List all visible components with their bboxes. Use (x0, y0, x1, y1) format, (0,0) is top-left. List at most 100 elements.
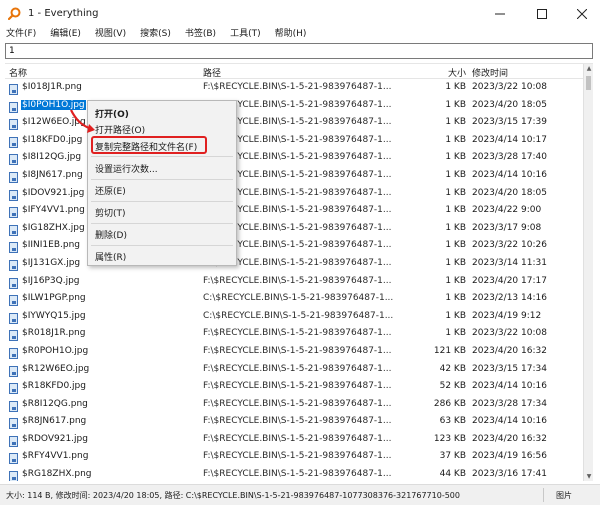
cm-separator (91, 179, 233, 180)
file-modified: 2023/3/28 17:40 (472, 152, 547, 163)
menu-edit[interactable]: 编辑(E) (50, 26, 81, 42)
status-separator (543, 488, 544, 502)
table-row[interactable]: $I018J1R.png F:\$RECYCLE.BIN\S-1-5-21-983… (5, 80, 583, 98)
file-name: $RFY4VV1.png (22, 451, 89, 462)
cm-restore[interactable]: 还原(E) (95, 184, 126, 197)
file-name: $IDOV921.jpg (22, 187, 85, 198)
file-size: 44 KB (439, 469, 466, 480)
file-path: F:\$RECYCLE.BIN\S-1-5-21-983976487-1... (203, 345, 392, 356)
file-path: F:\$RECYCLE.BIN\S-1-5-21-983976487-1... (203, 398, 392, 409)
table-row[interactable]: $RFY4VV1.png F:\$RECYCLE.BIN\S-1-5-21-983… (5, 449, 583, 467)
cm-set-run-count[interactable]: 设置运行次数... (95, 162, 158, 175)
close-button[interactable] (562, 0, 600, 28)
cm-delete[interactable]: 删除(D) (95, 228, 127, 241)
file-modified: 2023/4/14 10:16 (472, 381, 547, 392)
maximize-button[interactable] (522, 0, 562, 28)
file-size: 1 KB (445, 328, 466, 339)
table-row[interactable]: $R12W6EO.jpg F:\$RECYCLE.BIN\S-1-5-21-983… (5, 362, 583, 380)
file-modified: 2023/3/22 10:26 (472, 240, 547, 251)
image-file-icon (9, 84, 18, 95)
image-file-icon (9, 119, 18, 131)
scroll-thumb[interactable] (586, 76, 591, 90)
image-file-icon (9, 312, 18, 324)
table-row[interactable]: $RG18ZHX.png F:\$RECYCLE.BIN\S-1-5-21-983… (5, 467, 583, 481)
window-title: 1 - Everything (28, 8, 99, 19)
file-name: $IYWYQ15.jpg (22, 310, 86, 321)
table-row[interactable]: $IJ16P3Q.jpg F:\$RECYCLE.BIN\S-1-5-21-983… (5, 274, 583, 292)
image-file-icon (9, 453, 18, 465)
column-header-path[interactable]: 路径 (203, 66, 221, 79)
image-file-icon (9, 383, 18, 395)
menu-view[interactable]: 视图(V) (95, 26, 126, 42)
file-size: 42 KB (439, 363, 466, 374)
file-name: $R8JN617.png (22, 416, 87, 427)
image-file-icon (9, 400, 18, 412)
file-modified: 2023/3/22 10:08 (472, 328, 547, 339)
file-path: F:\$RECYCLE.BIN\S-1-5-21-983976487-1... (203, 433, 392, 444)
table-row[interactable]: $R18KFD0.jpg F:\$RECYCLE.BIN\S-1-5-21-983… (5, 379, 583, 397)
table-row[interactable]: $IYWYQ15.jpg C:\$RECYCLE.BIN\S-1-5-21-983… (5, 309, 583, 327)
image-file-icon (9, 277, 18, 289)
file-name: $R12W6EO.jpg (22, 363, 90, 374)
search-input[interactable] (6, 44, 592, 58)
scroll-down-icon[interactable]: ▼ (584, 472, 593, 481)
file-name: $I8JN617.png (22, 169, 83, 180)
file-path: F:\$RECYCLE.BIN\S-1-5-21-983976487-1... (203, 328, 392, 339)
cm-separator (91, 201, 233, 202)
cm-separator (91, 223, 233, 224)
table-row[interactable]: $R8JN617.png F:\$RECYCLE.BIN\S-1-5-21-983… (5, 414, 583, 432)
file-modified: 2023/3/14 11:31 (472, 257, 547, 268)
file-size: 1 KB (445, 117, 466, 128)
menu-search[interactable]: 搜索(S) (140, 26, 171, 42)
image-file-icon (9, 242, 18, 254)
file-path: F:\$RECYCLE.BIN\S-1-5-21-983976487-1... (203, 469, 392, 480)
cm-open[interactable]: 打开(O) (95, 107, 129, 120)
file-path: F:\$RECYCLE.BIN\S-1-5-21-983976487-1... (203, 275, 392, 286)
cm-separator (91, 245, 233, 246)
file-size: 123 KB (433, 433, 466, 444)
cm-properties[interactable]: 属性(R) (95, 250, 126, 263)
vertical-scrollbar[interactable]: ▲ ▼ (583, 64, 593, 481)
file-size: 1 KB (445, 310, 466, 321)
scroll-up-icon[interactable]: ▲ (584, 64, 593, 74)
file-modified: 2023/3/15 17:34 (472, 363, 547, 374)
file-size: 37 KB (439, 451, 466, 462)
file-modified: 2023/4/20 17:17 (472, 275, 547, 286)
cm-open-path[interactable]: 打开路径(O) (95, 123, 145, 136)
table-row[interactable]: $R8I12QG.png F:\$RECYCLE.BIN\S-1-5-21-983… (5, 397, 583, 415)
table-row[interactable]: $ILW1PGP.png C:\$RECYCLE.BIN\S-1-5-21-983… (5, 291, 583, 309)
file-size: 1 KB (445, 134, 466, 145)
table-row[interactable]: $R0POH1O.jpg F:\$RECYCLE.BIN\S-1-5-21-983… (5, 344, 583, 362)
annotation-arrow-icon (70, 109, 95, 133)
column-header-modified[interactable]: 修改时间 (472, 66, 508, 79)
file-size: 1 KB (445, 293, 466, 304)
file-name: $IG18ZHX.jpg (22, 222, 85, 233)
close-icon (577, 9, 587, 19)
column-header-size[interactable]: 大小 (448, 66, 466, 79)
file-size: 1 KB (445, 275, 466, 286)
menu-bookmarks[interactable]: 书签(B) (185, 26, 216, 42)
file-path: F:\$RECYCLE.BIN\S-1-5-21-983976487-1... (203, 451, 392, 462)
image-file-icon (9, 136, 18, 148)
file-name: $RDOV921.jpg (22, 433, 88, 444)
menu-bar: 文件(F) 编辑(E) 视图(V) 搜索(S) 书签(B) 工具(T) 帮助(H… (0, 26, 600, 42)
file-modified: 2023/4/22 9:00 (472, 205, 542, 216)
menu-help[interactable]: 帮助(H) (275, 26, 307, 42)
table-row[interactable]: $R018J1R.png F:\$RECYCLE.BIN\S-1-5-21-983… (5, 326, 583, 344)
menu-file[interactable]: 文件(F) (6, 26, 36, 42)
cm-separator (91, 156, 233, 157)
file-size: 1 KB (445, 99, 466, 110)
file-modified: 2023/4/20 18:05 (472, 99, 547, 110)
file-modified: 2023/4/19 16:56 (472, 451, 547, 462)
file-path: F:\$RECYCLE.BIN\S-1-5-21-983976487-1... (203, 363, 392, 374)
search-box[interactable] (5, 43, 593, 59)
cm-cut[interactable]: 剪切(T) (95, 206, 126, 219)
menu-tools[interactable]: 工具(T) (230, 26, 261, 42)
table-row[interactable]: $RDOV921.jpg F:\$RECYCLE.BIN\S-1-5-21-983… (5, 432, 583, 450)
file-name: $ILW1PGP.png (22, 293, 86, 304)
image-file-icon (9, 347, 18, 359)
minimize-button[interactable] (480, 0, 520, 28)
file-size: 63 KB (439, 416, 466, 427)
column-header-name[interactable]: 名称 (9, 66, 27, 79)
image-file-icon (9, 365, 18, 377)
